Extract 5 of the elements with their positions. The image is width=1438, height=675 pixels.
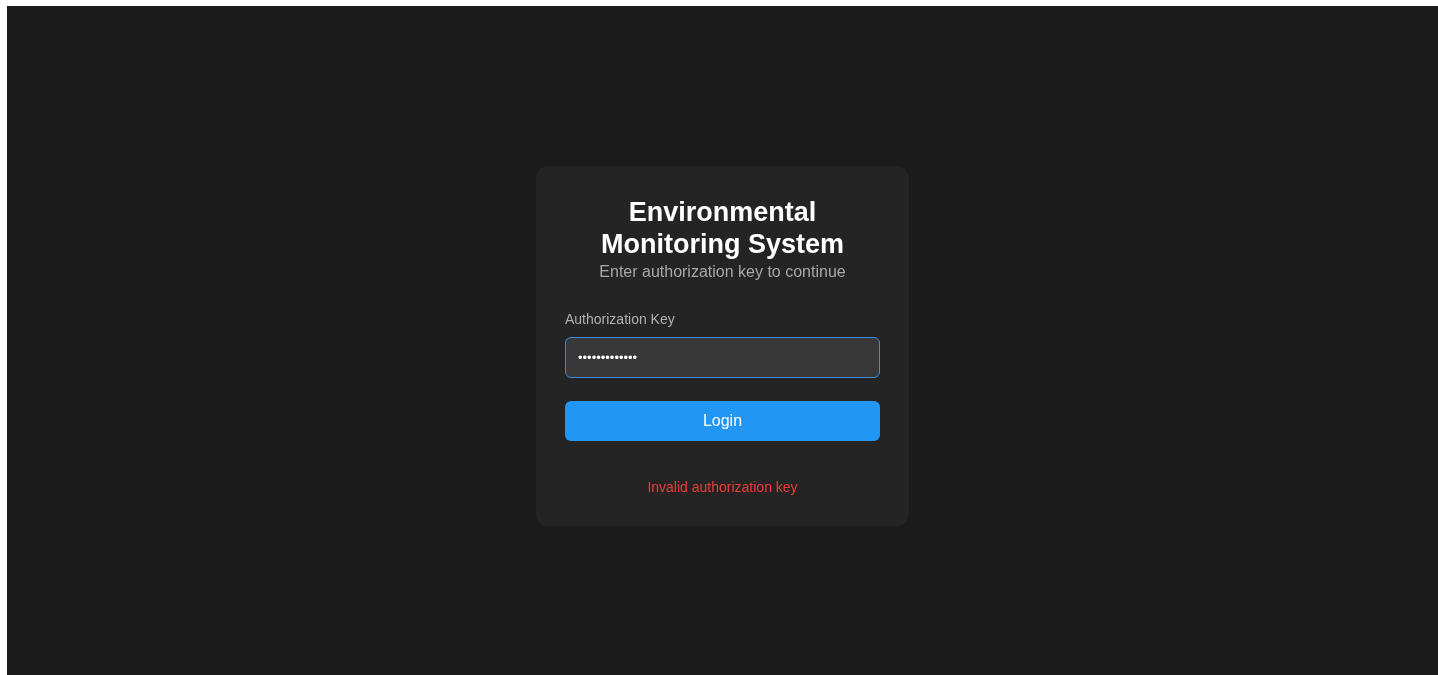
subtitle: Enter authorization key to continue: [599, 261, 846, 282]
error-message: Invalid authorization key: [647, 477, 798, 497]
authorization-key-field[interactable]: •••••••••••••: [565, 336, 880, 378]
field-label: Authorization Key: [565, 309, 675, 329]
app-title: Environmental Monitoring System: [600, 195, 845, 260]
